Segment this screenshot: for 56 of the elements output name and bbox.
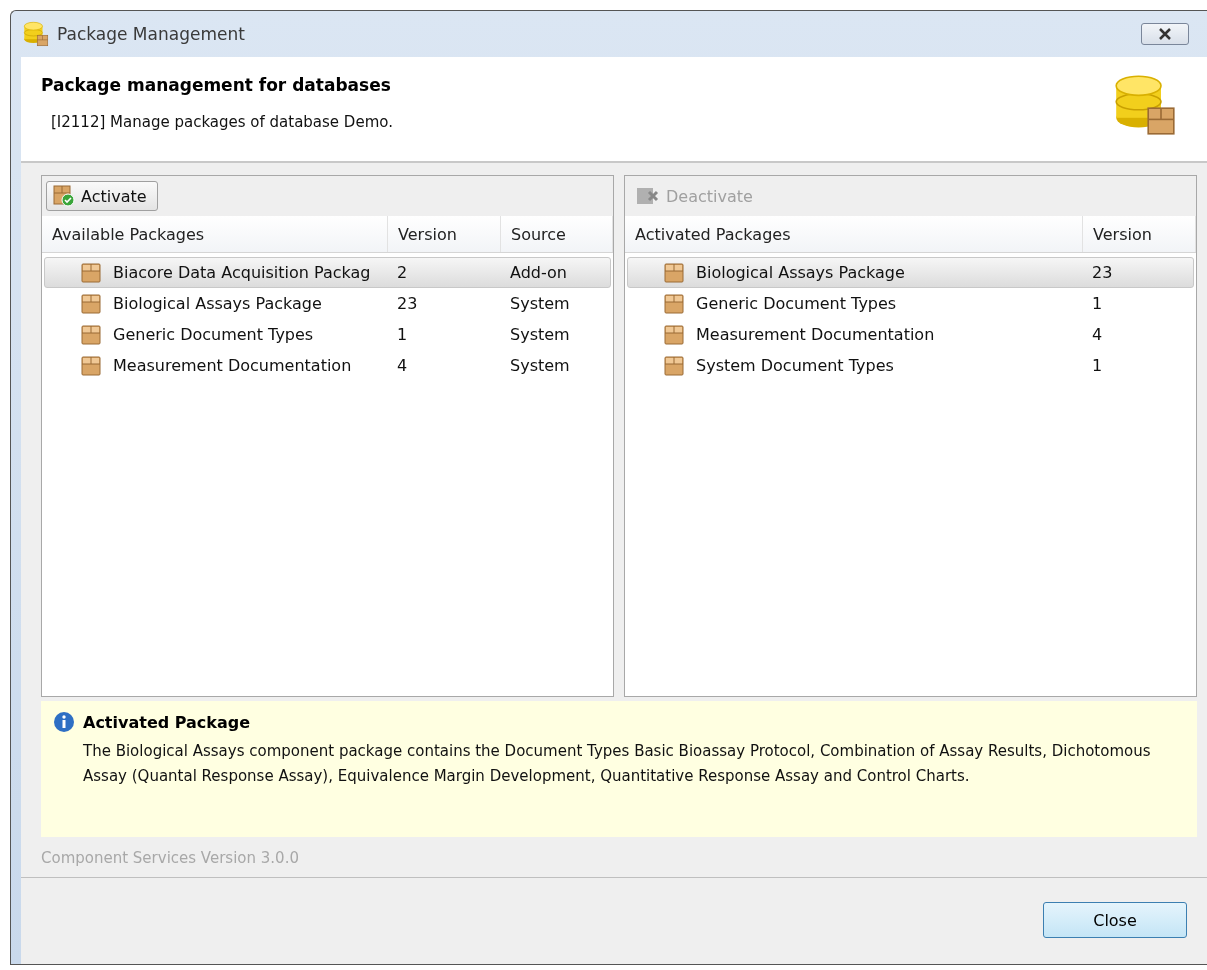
cell-text: Measurement Documentation	[696, 325, 935, 344]
info-icon	[53, 711, 75, 733]
package-icon	[81, 293, 101, 314]
activate-button[interactable]: Activate	[46, 181, 158, 211]
info-title: Activated Package	[83, 712, 251, 732]
cell-text: 2	[397, 263, 408, 282]
column-header[interactable]: Available Packages	[42, 216, 388, 252]
cell-text: Generic Document Types	[696, 294, 897, 313]
package-icon	[81, 262, 101, 283]
cell-text: 1	[397, 325, 408, 344]
package-row[interactable]: Biacore Data Acquisition Packag 2 Add-on	[44, 257, 611, 288]
package-row[interactable]: Biological Assays Package 23	[627, 257, 1194, 288]
package-icon	[664, 355, 684, 376]
cell-text: System	[510, 325, 570, 344]
package-row[interactable]: Measurement Documentation 4 System	[44, 350, 611, 381]
info-text: The Biological Assays component package contains the Document Types Basic Bioassay Protocol, Combination of Assay Results, Dichotomous Assay (Quantal Response Assay), Equivalence Margin Development, Quantitative Response Assay and Control Charts.	[83, 741, 1152, 787]
cell-text: 1	[1092, 356, 1103, 375]
package-icon	[664, 262, 684, 283]
version-text: Component Services Version 3.0.0	[40, 848, 300, 869]
database-icon	[23, 21, 49, 47]
cell-text: 23	[397, 294, 418, 313]
package-remove-icon	[636, 186, 660, 206]
cell-text: 4	[397, 356, 408, 375]
cell-text: 23	[1092, 263, 1113, 282]
column-header[interactable]: Source	[501, 216, 613, 252]
column-header[interactable]: Activated Packages	[625, 216, 1083, 252]
cell-text: System	[510, 356, 570, 375]
column-header[interactable]: Version	[1083, 216, 1196, 252]
package-icon	[664, 324, 684, 345]
header-title: Package management for databases	[41, 75, 392, 95]
package-row[interactable]: Measurement Documentation 4	[627, 319, 1194, 350]
cell-text: 4	[1092, 325, 1103, 344]
cell-text: Biological Assays Package	[113, 294, 322, 313]
cell-text: Measurement Documentation	[113, 356, 352, 375]
package-icon	[81, 355, 101, 376]
package-row[interactable]: Generic Document Types 1 System	[44, 319, 611, 350]
database-package-icon	[1113, 73, 1177, 137]
close-dialog-button[interactable]: Close	[1043, 902, 1187, 938]
header-message: [I2112] Manage packages of database Demo.	[50, 113, 393, 131]
close-button[interactable]	[1141, 23, 1189, 45]
package-row[interactable]: Generic Document Types 1	[627, 288, 1194, 319]
cell-text: System	[510, 294, 570, 313]
package-row[interactable]: Biological Assays Package 23 System	[44, 288, 611, 319]
close-icon	[1156, 28, 1174, 40]
column-header[interactable]: Version	[388, 216, 501, 252]
package-icon	[664, 293, 684, 314]
cell-text: Generic Document Types	[113, 325, 314, 344]
package-row[interactable]: System Document Types 1	[627, 350, 1194, 381]
cell-text: System Document Types	[696, 356, 894, 375]
window-title: Package Management	[57, 24, 245, 44]
cell-text: Biological Assays Package	[696, 263, 905, 282]
package-icon	[81, 324, 101, 345]
cell-text: Biacore Data Acquisition Packag	[113, 263, 371, 282]
cell-text: 1	[1092, 294, 1103, 313]
package-check-icon	[53, 185, 75, 207]
cell-text: Add-on	[510, 263, 567, 282]
